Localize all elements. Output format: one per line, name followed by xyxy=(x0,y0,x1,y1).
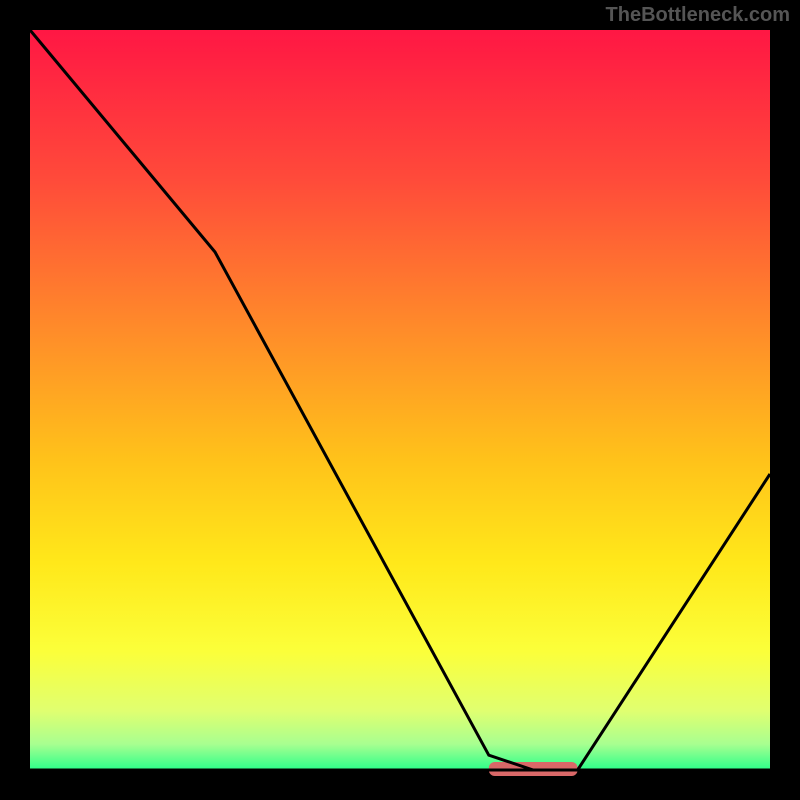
bottleneck-chart xyxy=(0,0,800,800)
chart-container: TheBottleneck.com xyxy=(0,0,800,800)
watermark-text: TheBottleneck.com xyxy=(606,4,790,27)
plot-background xyxy=(30,30,770,770)
